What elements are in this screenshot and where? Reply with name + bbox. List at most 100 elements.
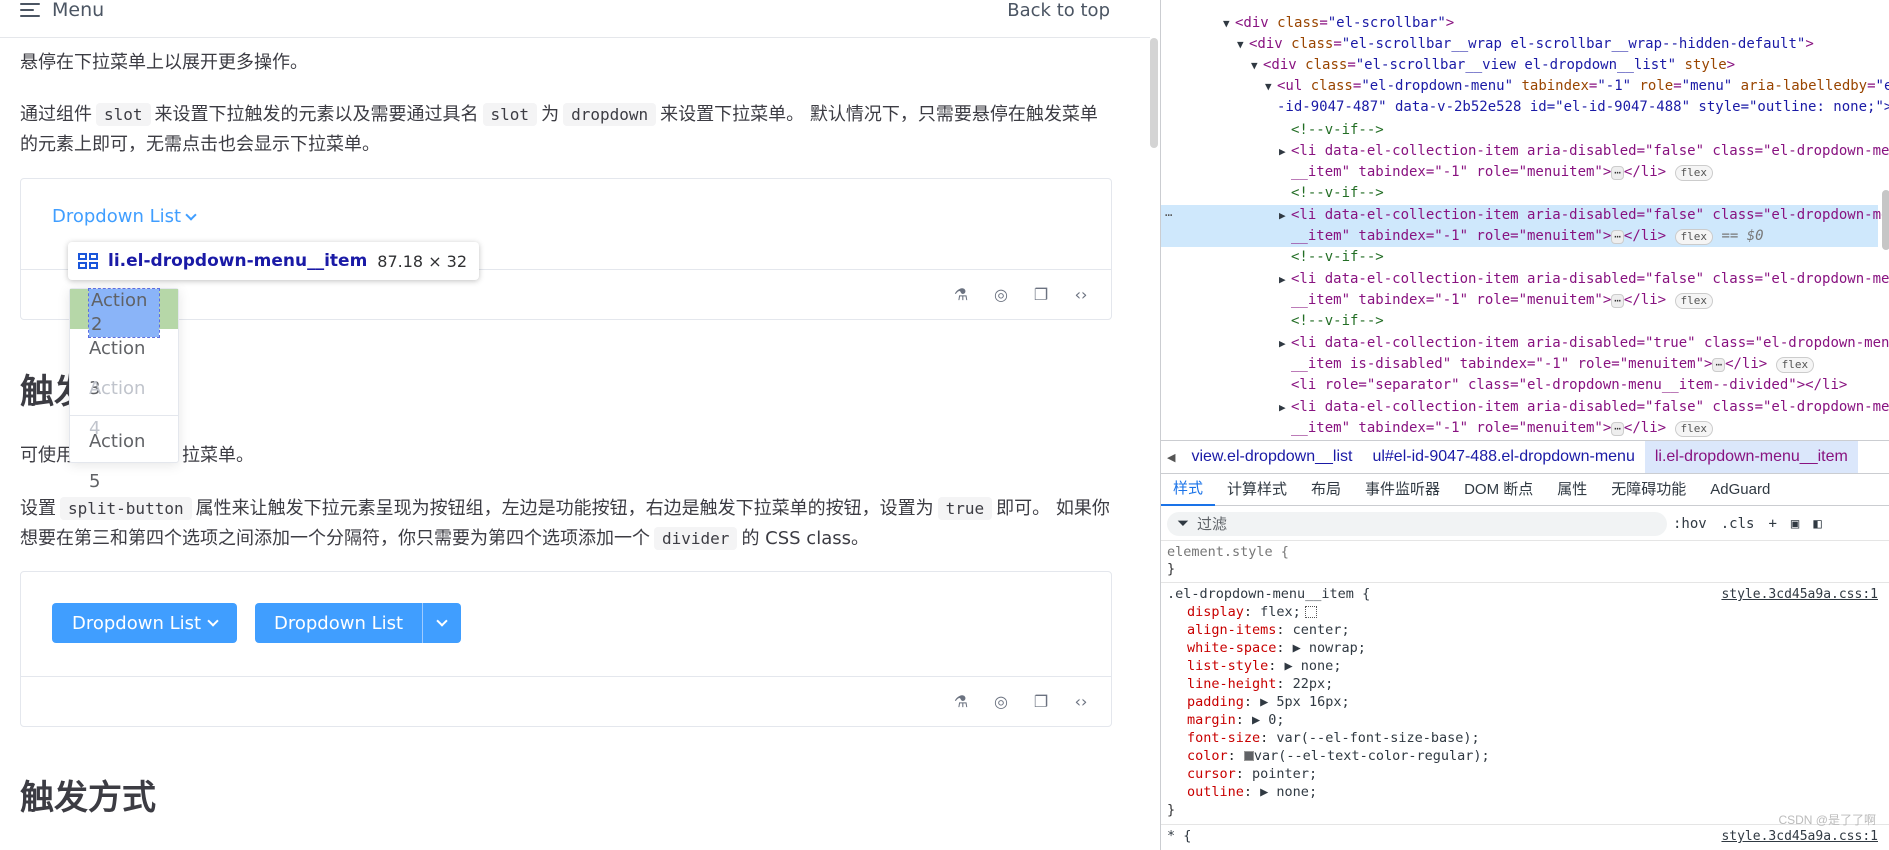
ellipsis-icon[interactable]: ⋯ <box>1611 230 1624 244</box>
playground-icon[interactable]: ⚗ <box>951 284 971 304</box>
breadcrumb-item-active[interactable]: li.el-dropdown-menu__item <box>1644 441 1858 473</box>
menu-button[interactable]: Menu <box>20 0 104 21</box>
styles-pane: element.style { } .el-dropdown-menu__ite… <box>1161 542 1889 850</box>
github-icon[interactable]: ◎ <box>991 691 1011 711</box>
ellipsis-icon[interactable]: ⋯ <box>1611 422 1624 436</box>
tab-styles[interactable]: 样式 <box>1161 474 1216 506</box>
doc-scrollbar[interactable] <box>1150 38 1158 148</box>
tab-properties[interactable]: 属性 <box>1545 475 1599 505</box>
tree-node[interactable]: ▼ <div class="el-scrollbar__view el-dropd… <box>1251 55 1735 76</box>
tree-node[interactable]: ▶ <li data-el-collection-item aria-disabl… <box>1279 141 1889 162</box>
li-attrs: __item is-disabled" tabindex="-1" role="… <box>1291 356 1713 372</box>
demo-footer: ⚗ ◎ ❐ ‹› <box>21 676 1111 726</box>
breadcrumb-item[interactable]: view.el-dropdown__list <box>1181 448 1362 466</box>
text-span: 为 <box>541 104 560 125</box>
breadcrumb-item[interactable]: ul#el-id-9047-488.el-dropdown-menu <box>1362 448 1644 466</box>
ellipsis-icon[interactable]: ⋯ <box>1712 358 1726 372</box>
code-icon[interactable]: ‹› <box>1071 691 1091 711</box>
doc-page: Menu Back to top 悬停在下拉菜单上以展开更多操作。 通过组件 sl… <box>0 0 1158 850</box>
flex-badge[interactable]: flex <box>1674 293 1714 309</box>
css-declaration[interactable]: line-height: 22px; <box>1187 676 1333 694</box>
tree-node[interactable]: ▶ <li data-el-collection-item aria-disabl… <box>1279 397 1889 418</box>
menu-item-action-5[interactable]: Action 5 <box>70 422 178 492</box>
css-declaration[interactable]: display: flex; <box>1187 604 1317 622</box>
flexbox-editor-icon[interactable] <box>1304 606 1317 618</box>
tab-event-listeners[interactable]: 事件监听器 <box>1353 475 1452 505</box>
attr-value: "el-dropdown-menu" <box>1361 78 1514 94</box>
css-declaration[interactable]: align-items: center; <box>1187 622 1350 640</box>
code-split-button: split-button <box>60 497 192 520</box>
tab-adguard[interactable]: AdGuard <box>1698 475 1782 505</box>
hov-toggle[interactable]: :hov <box>1673 516 1707 532</box>
code-divider: divider <box>654 527 738 550</box>
paint-icon[interactable]: ▣ <box>1791 516 1799 532</box>
tree-scrollbar[interactable] <box>1882 190 1889 250</box>
star-rule-source-link[interactable]: style.3cd45a9a.css:1 <box>1721 828 1878 846</box>
li-attrs: __item" tabindex="-1" role="menuitem"> <box>1291 292 1612 308</box>
tree-node[interactable]: ▼ <div class="el-scrollbar__wrap el-scrol… <box>1237 34 1814 55</box>
tab-computed[interactable]: 计算样式 <box>1215 475 1299 505</box>
tree-node[interactable]: ▼ <ul class="el-dropdown-menu" tabindex="… <box>1265 76 1889 97</box>
flex-badge[interactable]: flex <box>1674 165 1714 181</box>
playground-icon[interactable]: ⚗ <box>951 691 971 711</box>
tree-node-selected[interactable]: ▶ <li data-el-collection-item aria-disabl… <box>1279 205 1889 226</box>
tree-node[interactable]: <li role="separator" class="el-dropdown-… <box>1291 375 1847 396</box>
tree-node[interactable]: ▼ <div class="el-scrollbar"> <box>1223 13 1454 34</box>
css-value: var(--el-text-color-regular); <box>1253 748 1490 764</box>
tab-accessibility[interactable]: 无障碍功能 <box>1599 475 1698 505</box>
cls-toggle[interactable]: .cls <box>1721 516 1755 532</box>
ellipsis-icon[interactable]: ⋯ <box>1611 294 1624 308</box>
breadcrumb: ◀ view.el-dropdown__list ul#el-id-9047-4… <box>1161 440 1889 474</box>
css-declaration[interactable]: font-size: var(--el-font-size-base); <box>1187 730 1480 748</box>
add-rule-icon[interactable]: + <box>1768 516 1776 532</box>
filter-input[interactable]: ⏷ 过滤 <box>1167 511 1667 536</box>
css-declaration[interactable]: cursor: pointer; <box>1187 766 1317 784</box>
code-icon[interactable]: ‹› <box>1071 284 1091 304</box>
css-declaration[interactable]: margin: ▶ 0; <box>1187 712 1285 730</box>
tree-node[interactable]: ▶ <li data-el-collection-item aria-disabl… <box>1279 333 1889 354</box>
dropdown-button[interactable]: Dropdown List <box>52 603 238 643</box>
css-declaration[interactable]: outline: ▶ none; <box>1187 784 1317 802</box>
rule-selector[interactable]: .el-dropdown-menu__item { <box>1167 586 1370 604</box>
star-rule-selector[interactable]: * { <box>1167 828 1191 846</box>
menu-item-action-4: Action 4 <box>89 378 146 439</box>
tree-node-cont: __item" tabindex="-1" role="menuitem"> ⋯ <… <box>1291 418 1714 439</box>
element-style-selector[interactable]: element.style { <box>1167 544 1289 562</box>
dropdown-trigger[interactable]: Dropdown List <box>52 206 197 227</box>
flex-badge[interactable]: flex <box>1775 357 1815 373</box>
tooltip-selector: li.el-dropdown-menu__item <box>108 251 368 271</box>
ellipsis-icon[interactable]: ⋯ <box>1611 166 1624 180</box>
tree-node-cont: __item" tabindex="-1" role="menuitem"> ⋯ <… <box>1291 226 1764 247</box>
css-declaration[interactable]: color: var(--el-text-color-regular); <box>1187 748 1490 766</box>
chevron-down-icon <box>436 615 448 627</box>
more-icon[interactable]: ⋯ <box>1165 205 1172 226</box>
tree-node[interactable]: ▶ <li data-el-collection-item aria-disabl… <box>1279 269 1889 290</box>
tab-layout[interactable]: 布局 <box>1299 475 1353 505</box>
menu-item-action-2[interactable]: Action 2 <box>70 288 178 338</box>
scroll-left-icon[interactable]: ◀ <box>1161 451 1181 464</box>
flex-badge[interactable]: flex <box>1674 229 1714 245</box>
code-dropdown: dropdown <box>563 103 657 126</box>
back-to-top-link[interactable]: Back to top <box>1007 0 1110 21</box>
trigger-mode-heading: 触发方式 <box>20 778 156 818</box>
css-declaration[interactable]: list-style: ▶ none; <box>1187 658 1341 676</box>
comment-text: <!--v-if--> <box>1291 313 1384 329</box>
css-declaration[interactable]: padding: ▶ 5px 16px; <box>1187 694 1350 712</box>
color-swatch-icon[interactable] <box>1243 751 1254 761</box>
tab-dom-breakpoints[interactable]: DOM 断点 <box>1452 475 1545 505</box>
inspect-tooltip: li.el-dropdown-menu__item 87.18 × 32 <box>68 242 480 280</box>
split-arrow-button[interactable] <box>422 603 462 643</box>
css-prop: display <box>1187 604 1244 620</box>
sidebar-toggle-icon[interactable]: ◧ <box>1813 516 1821 532</box>
rule-source-link[interactable]: style.3cd45a9a.css:1 <box>1721 586 1878 604</box>
text-span: 可使用 <box>20 445 74 466</box>
copy-icon[interactable]: ❐ <box>1031 691 1051 711</box>
css-declaration[interactable]: white-space: ▶ nowrap; <box>1187 640 1366 658</box>
flex-badge[interactable]: flex <box>1674 421 1714 437</box>
menu-item-action-3[interactable]: Action 3 <box>70 329 178 399</box>
split-main-button[interactable]: Dropdown List <box>255 603 423 643</box>
css-value: ▶ nowrap; <box>1292 640 1366 656</box>
copy-icon[interactable]: ❐ <box>1031 284 1051 304</box>
tree-node-cont: __item" tabindex="-1" role="menuitem"> ⋯ <… <box>1291 162 1714 183</box>
github-icon[interactable]: ◎ <box>991 284 1011 304</box>
